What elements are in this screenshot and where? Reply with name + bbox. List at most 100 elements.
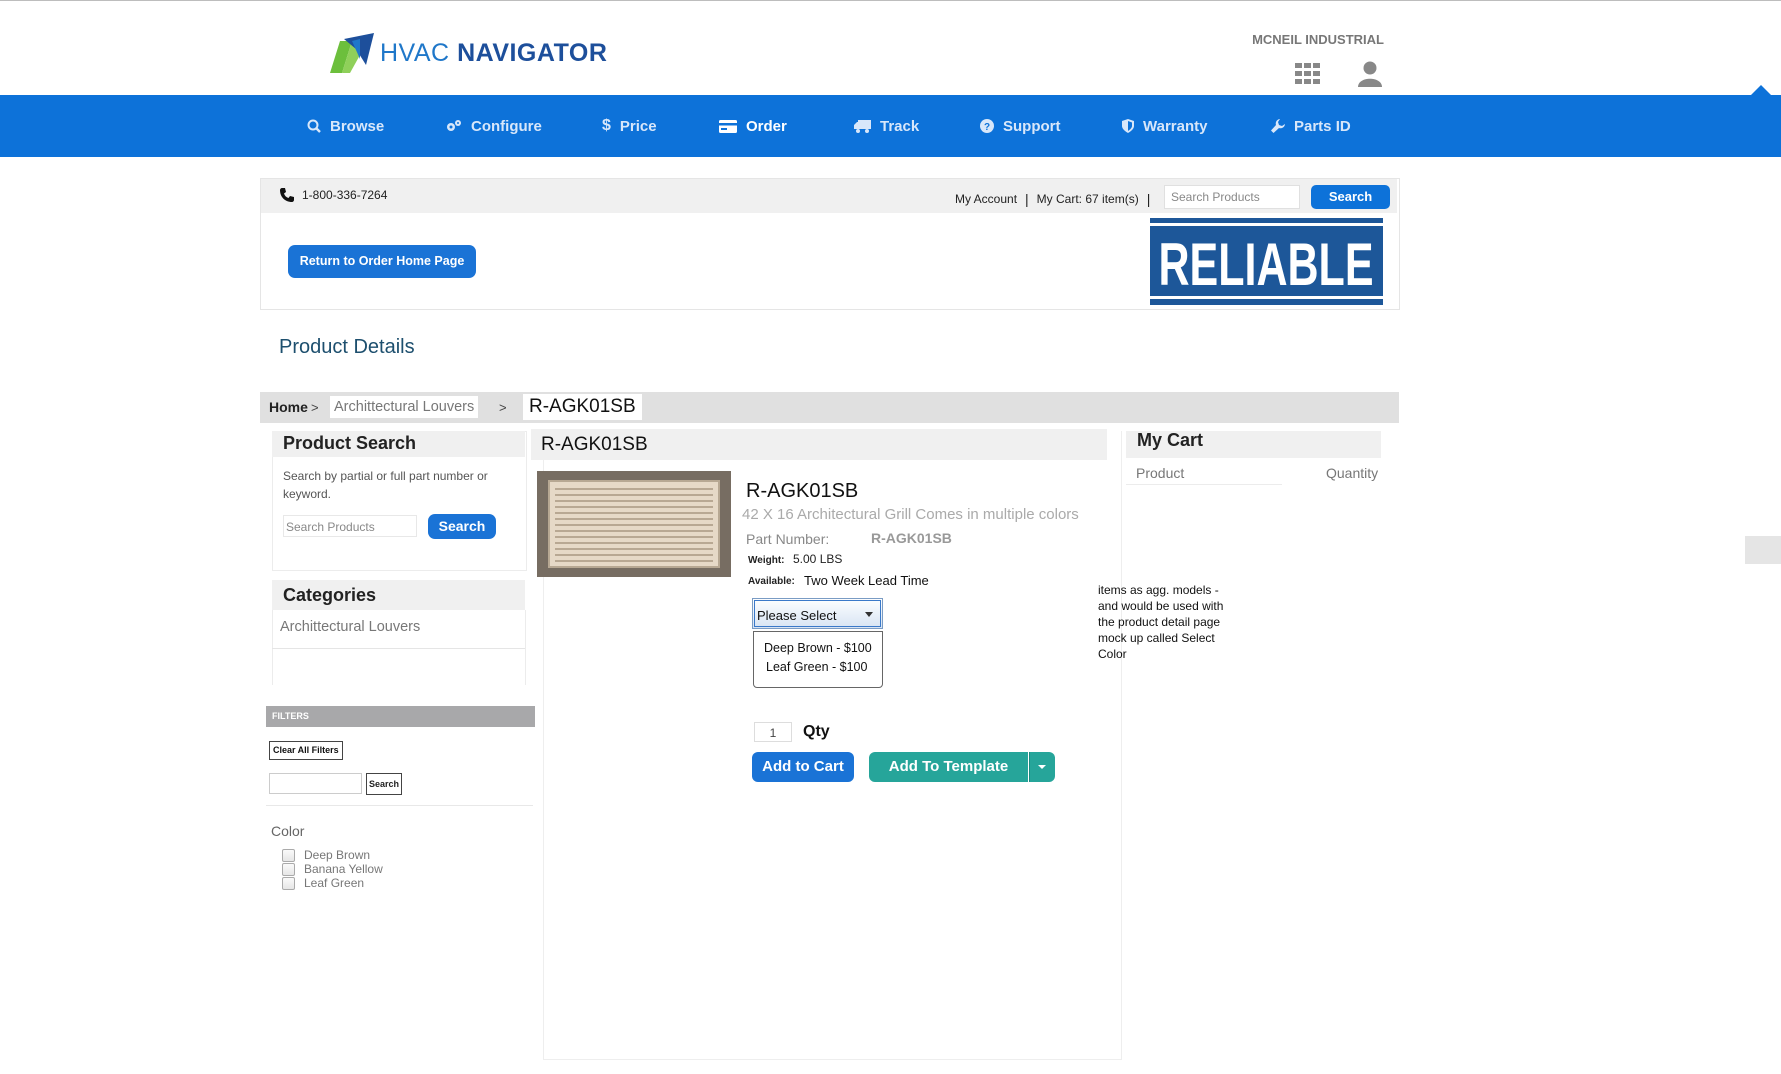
side-scroll-tab[interactable] <box>1745 536 1781 564</box>
filter-search-input[interactable] <box>269 773 362 794</box>
account-links: My Account | My Cart: 67 item(s) | <box>955 191 1158 207</box>
my-cart-title: My Cart <box>1137 430 1204 450</box>
product-image[interactable] <box>537 471 731 577</box>
nav-parts-id[interactable]: Parts ID <box>1271 95 1351 157</box>
filters-header: FILTERS <box>266 706 535 727</box>
nav-warranty[interactable]: Warranty <box>1122 95 1207 157</box>
dollar-icon: $ <box>602 117 611 134</box>
dropdown-option[interactable]: Leaf Green - $100 <box>766 660 867 674</box>
breadcrumb-category[interactable]: Archittectural Louvers <box>330 396 479 418</box>
nav-label: Parts ID <box>1294 117 1351 135</box>
logo-navigator-word: NAVIGATOR <box>457 38 608 67</box>
credit-card-icon <box>719 119 737 133</box>
top-search-input[interactable]: Search Products <box>1164 185 1300 209</box>
nav-label: Support <box>1003 117 1061 135</box>
user-icon[interactable] <box>1358 61 1382 87</box>
top-search-button[interactable]: Search <box>1311 185 1390 209</box>
breadcrumb-current: R-AGK01SB <box>523 394 642 420</box>
annotation-note: items as agg. models - and would be used… <box>1098 583 1224 661</box>
link-separator: | <box>1025 191 1029 207</box>
cart-divider <box>1126 484 1282 485</box>
color-option-label: Leaf Green <box>304 876 365 890</box>
return-to-order-home-button[interactable]: Return to Order Home Page <box>288 245 476 278</box>
part-number-value: R-AGK01SB <box>871 530 952 546</box>
page-title: Product Details <box>279 336 415 358</box>
availability-label: Available: <box>748 576 795 587</box>
nav-price[interactable]: $ Price <box>602 95 657 157</box>
add-to-template-button[interactable]: Add To Template <box>869 752 1028 782</box>
quantity-input[interactable]: 1 <box>754 722 792 742</box>
logo-text: HVAC NAVIGATOR <box>380 39 607 68</box>
product-description: 42 X 16 Architectural Grill Comes in mul… <box>742 506 1079 523</box>
gears-icon <box>447 120 461 131</box>
logo-mark-icon <box>330 33 374 73</box>
nav-track[interactable]: Track <box>854 95 919 157</box>
company-name: MCNEIL INDUSTRIAL <box>1252 32 1384 47</box>
question-icon: ? <box>980 119 994 133</box>
my-account-link[interactable]: My Account <box>955 192 1017 206</box>
nav-label: Track <box>880 117 920 135</box>
shield-icon <box>1122 119 1134 133</box>
phone-text: 1-800-336-7264 <box>302 188 388 202</box>
color-option-leaf-green[interactable]: Leaf Green <box>282 876 364 890</box>
color-option-banana-yellow[interactable]: Banana Yellow <box>282 862 383 876</box>
cart-column-quantity: Quantity <box>1326 465 1379 481</box>
category-item[interactable]: Archittectural Louvers <box>280 619 420 635</box>
apps-grid-icon[interactable] <box>1295 63 1321 85</box>
categories-title: Categories <box>283 585 377 605</box>
checkbox[interactable] <box>282 848 295 862</box>
nav-label: Price <box>619 117 657 135</box>
weight-label: Weight: <box>748 555 785 566</box>
filter-divider <box>266 805 533 806</box>
nav-configure[interactable]: Configure <box>446 95 542 157</box>
nav-label: Order <box>746 117 787 135</box>
product-search-button[interactable]: Search <box>428 514 496 539</box>
clear-all-filters-button[interactable]: Clear All Filters <box>269 741 343 760</box>
nav-label: Configure <box>471 117 542 135</box>
availability-value: Two Week Lead Time <box>804 573 929 588</box>
logo-hvac-word: HVAC <box>380 38 450 67</box>
truck-icon <box>854 119 871 133</box>
nav-order[interactable]: Order <box>719 95 787 157</box>
chevron-down-icon <box>865 612 873 617</box>
product-search-description: Search by partial or full part number or… <box>283 469 488 501</box>
color-option-label: Banana Yellow <box>304 862 383 876</box>
breadcrumb-home[interactable]: Home <box>269 399 308 415</box>
product-header-title: R-AGK01SB <box>541 434 648 455</box>
phone-icon <box>280 188 294 202</box>
main-nav: Browse Configure $ Price Order Track ? S… <box>0 95 1781 157</box>
phone-number: 1-800-336-7264 <box>280 188 387 202</box>
part-number-label: Part Number: <box>746 531 830 547</box>
nav-browse[interactable]: Browse <box>307 95 384 157</box>
dropdown-option[interactable]: Deep Brown - $100 <box>764 641 872 655</box>
add-to-cart-button[interactable]: Add to Cart <box>752 752 854 782</box>
my-cart-link[interactable]: My Cart: 67 item(s) <box>1037 192 1139 206</box>
svg-text:?: ? <box>984 122 990 133</box>
caret-down-icon <box>1038 765 1046 769</box>
breadcrumb-separator: > <box>499 400 507 415</box>
weight-value: 5.00 LBS <box>793 552 843 566</box>
product-search-input[interactable]: Search Products <box>283 515 417 537</box>
color-option-label: Deep Brown <box>304 848 371 862</box>
search-icon <box>307 119 321 133</box>
nav-label: Browse <box>330 117 385 135</box>
nav-support[interactable]: ? Support <box>980 95 1061 157</box>
breadcrumb-separator: > <box>311 400 319 415</box>
wrench-icon <box>1271 119 1285 133</box>
color-option-deep-brown[interactable]: Deep Brown <box>282 848 370 862</box>
checkbox[interactable] <box>282 862 295 876</box>
brand-logo-text: RELIABLE <box>1159 231 1374 298</box>
hvac-navigator-logo[interactable]: HVAC NAVIGATOR <box>330 30 607 76</box>
checkbox[interactable] <box>282 876 295 890</box>
link-separator: | <box>1146 191 1151 207</box>
category-divider <box>272 648 525 649</box>
filter-search-button[interactable]: Search <box>366 773 402 795</box>
quantity-label: Qty <box>803 723 830 740</box>
reliable-brand-logo: RELIABLE <box>1150 218 1383 305</box>
template-dropdown-toggle[interactable] <box>1029 752 1055 782</box>
color-select-value: Please Select <box>757 608 837 623</box>
product-search-title: Product Search <box>283 433 417 453</box>
top-border <box>0 0 1781 1</box>
color-filter-label: Color <box>271 823 305 839</box>
nav-notch <box>1751 85 1771 95</box>
